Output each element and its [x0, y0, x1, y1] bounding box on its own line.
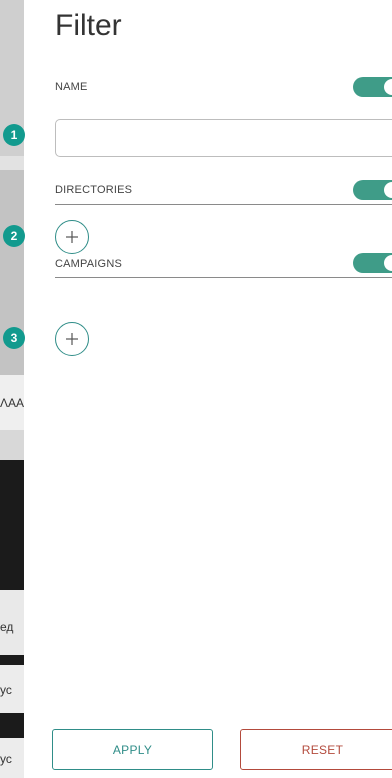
background-text: ус: [0, 683, 12, 697]
background-panel: [0, 156, 24, 170]
directories-divider: [55, 204, 392, 205]
add-campaign-button[interactable]: [55, 322, 89, 356]
campaigns-divider: [55, 277, 392, 278]
plus-icon: [66, 333, 78, 345]
toggle-knob: [384, 182, 392, 198]
background-panel: [0, 430, 24, 460]
reset-button[interactable]: RESET: [240, 729, 392, 770]
background-dark-panel: [0, 655, 24, 665]
name-toggle[interactable]: [353, 77, 392, 97]
annotation-badge-1: 1: [3, 124, 25, 146]
add-directory-button[interactable]: [55, 220, 89, 254]
background-dark-panel: [0, 460, 24, 590]
background-text: ус: [0, 752, 12, 766]
filter-panel: Filter NAME DIRECTORIES CAMPAIGNS APPLY …: [24, 0, 392, 778]
panel-title: Filter: [55, 9, 122, 42]
toggle-knob: [384, 79, 392, 95]
background-dark-panel: [0, 713, 24, 738]
name-input[interactable]: [55, 119, 392, 157]
background-app-strip: ΛΑΑ ед ус ус: [0, 0, 24, 778]
campaigns-section-label: CAMPAIGNS: [55, 258, 122, 270]
background-text: ед: [0, 620, 14, 634]
directories-section-label: DIRECTORIES: [55, 184, 133, 196]
plus-icon: [66, 231, 78, 243]
campaigns-toggle[interactable]: [353, 253, 392, 273]
directories-toggle[interactable]: [353, 180, 392, 200]
annotation-badge-3: 3: [3, 327, 25, 349]
name-section-label: NAME: [55, 81, 88, 93]
annotation-badge-2: 2: [3, 225, 25, 247]
toggle-knob: [384, 255, 392, 271]
apply-button[interactable]: APPLY: [52, 729, 213, 770]
background-text: ΛΑΑ: [0, 396, 24, 410]
